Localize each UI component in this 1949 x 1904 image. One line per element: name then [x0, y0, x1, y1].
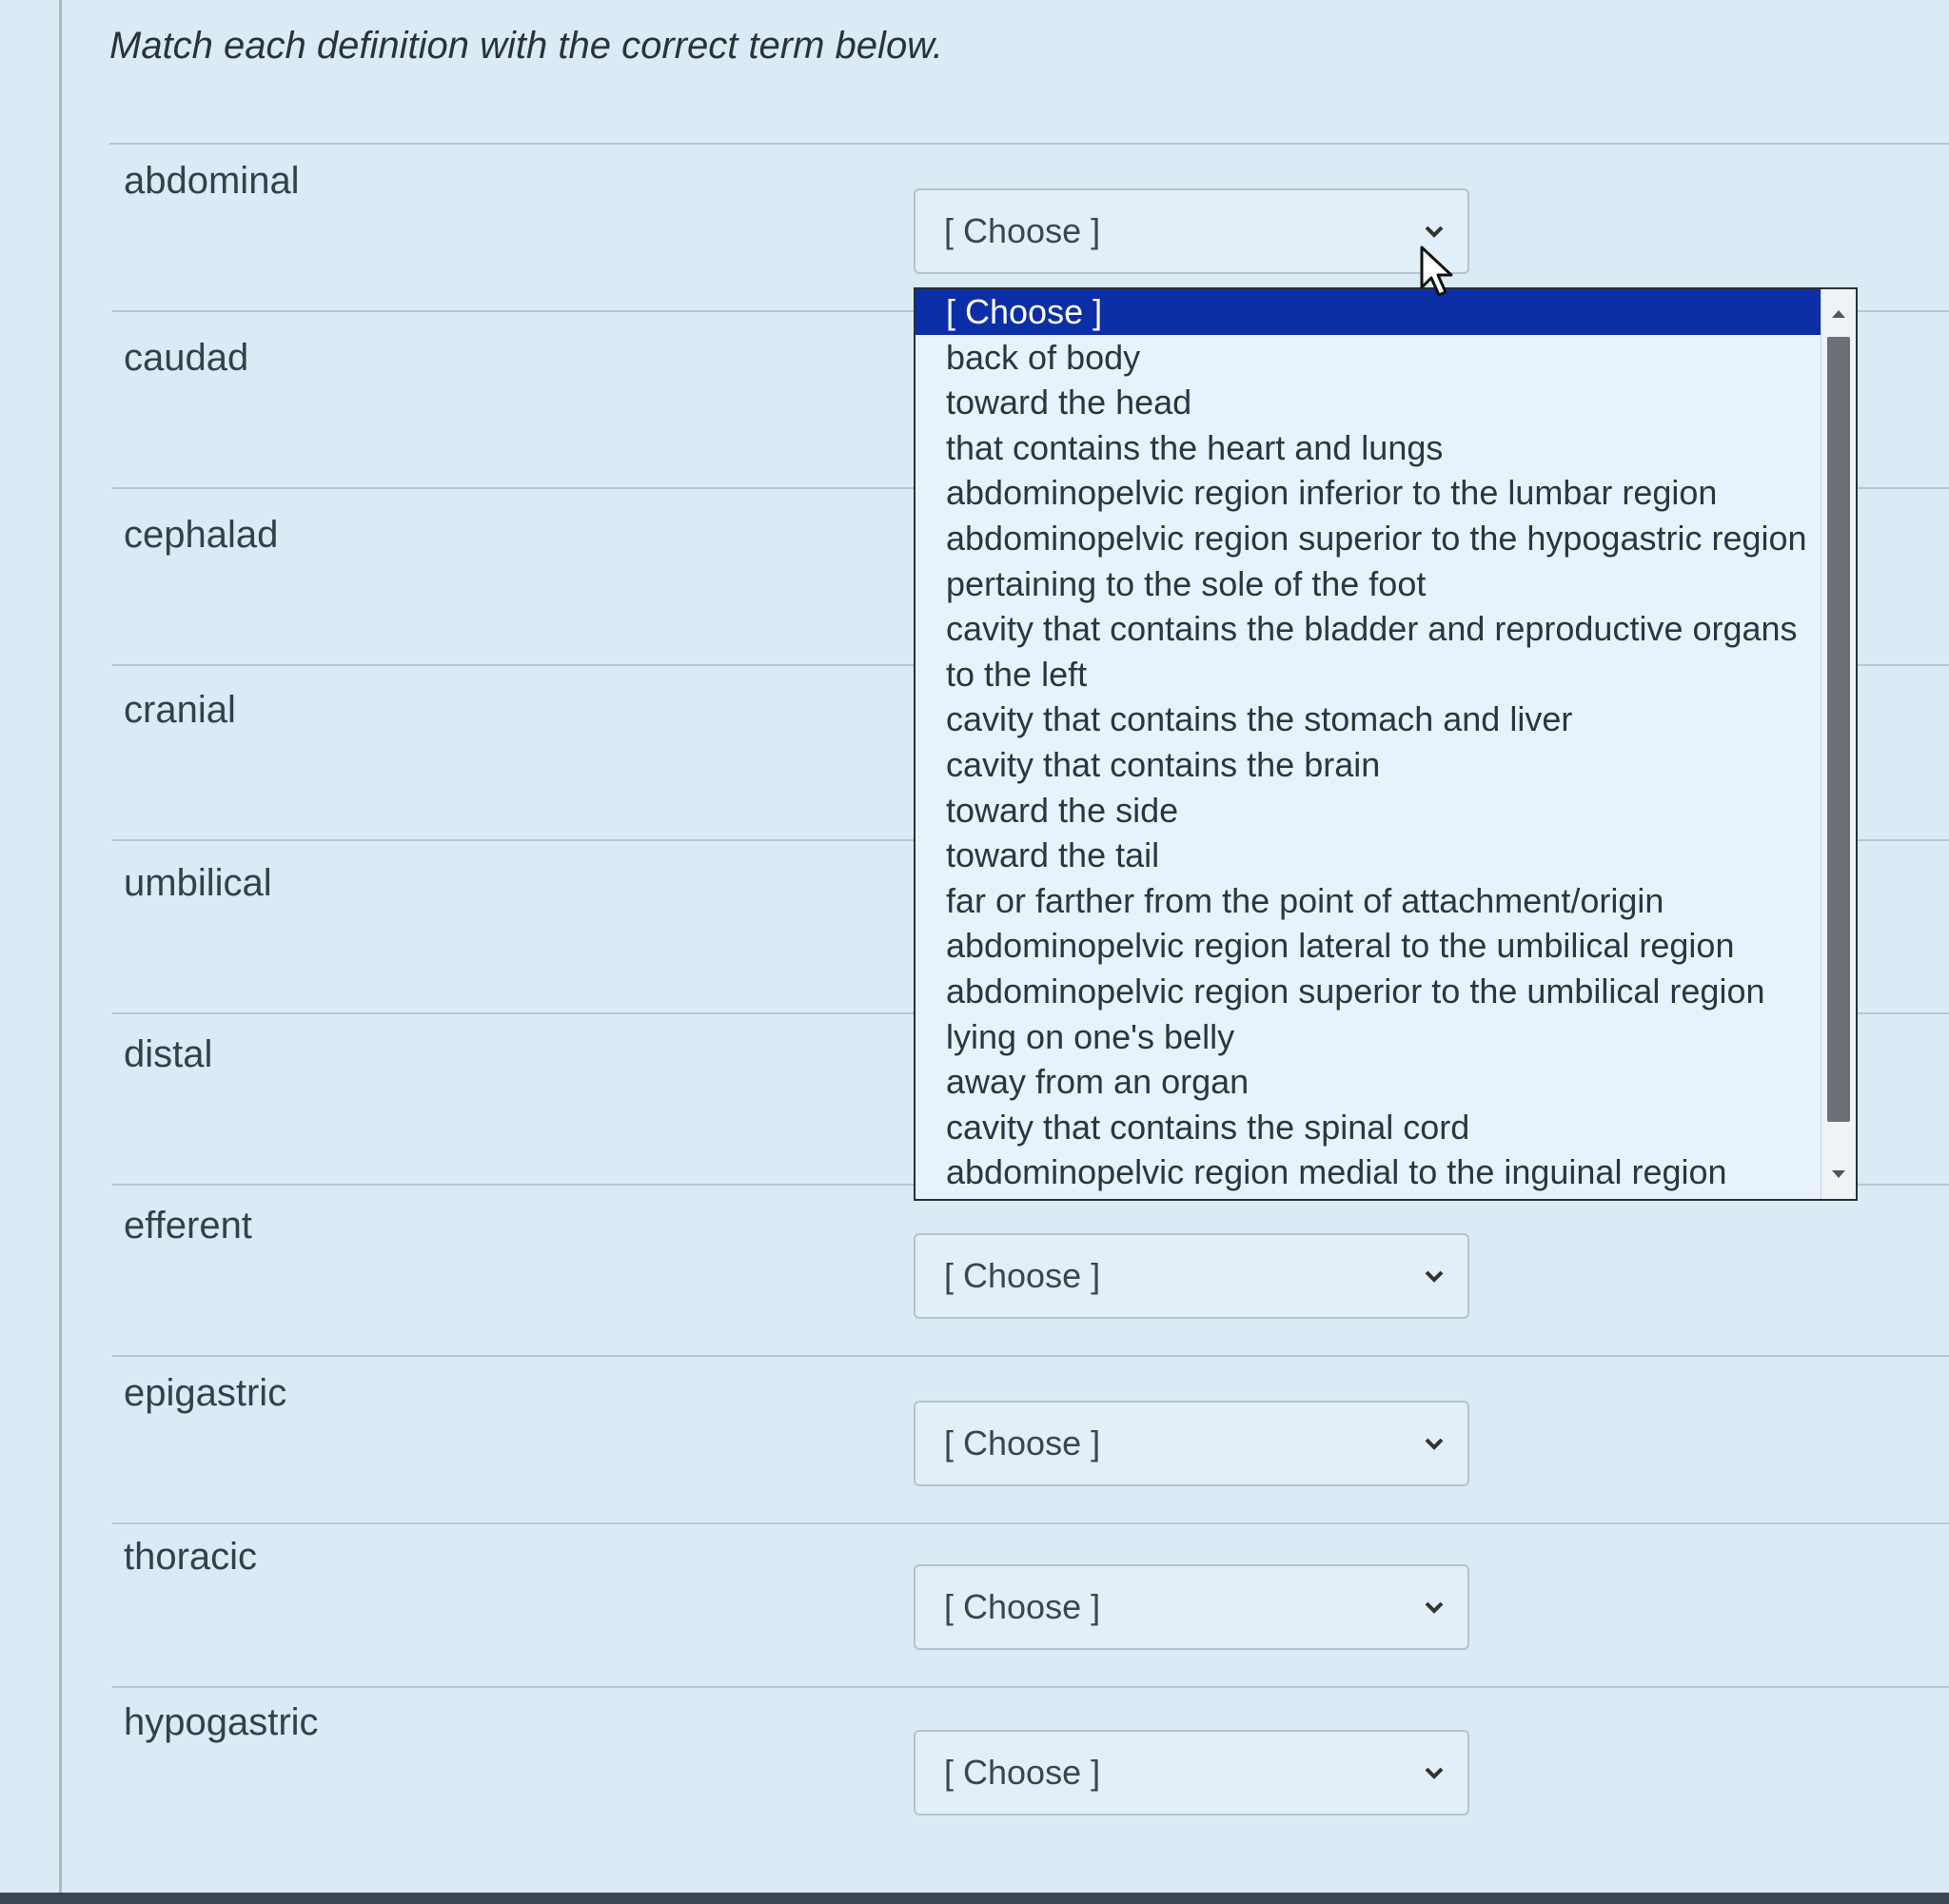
quiz-page: Match each definition with the correct t…: [0, 0, 1949, 1904]
dropdown-option[interactable]: abdominopelvic region superior to the hy…: [915, 516, 1856, 561]
dropdown-option[interactable]: to the left: [915, 652, 1856, 697]
dropdown-option[interactable]: abdominopelvic region superior to the um…: [915, 969, 1856, 1014]
select-value: [ Choose ]: [944, 1587, 1101, 1626]
bottom-bar: [0, 1893, 1949, 1904]
chevron-down-icon: [1425, 226, 1444, 238]
match-row-hypogastric: hypogastric [ Choose ]: [0, 1686, 1949, 1854]
dropdown-listbox[interactable]: [ Choose ] back of body toward the head …: [914, 287, 1858, 1201]
mouse-cursor-icon: [1420, 245, 1453, 297]
term-label: hypogastric: [124, 1701, 319, 1743]
dropdown-option[interactable]: abdominopelvic region lateral to the umb…: [915, 923, 1856, 969]
term-label: epigastric: [124, 1372, 287, 1414]
chevron-down-icon: [1425, 1601, 1444, 1614]
dropdown-option[interactable]: away from an organ: [915, 1059, 1856, 1105]
question-heading: Match each definition with the correct t…: [109, 25, 943, 67]
listbox-scrollbar[interactable]: [1821, 289, 1856, 1199]
scroll-down-arrow-icon[interactable]: [1821, 1155, 1856, 1193]
dropdown-option[interactable]: lying on one's belly: [915, 1014, 1856, 1060]
term-label: distal: [124, 1033, 213, 1075]
select-value: [ Choose ]: [944, 1423, 1101, 1462]
term-label: umbilical: [124, 862, 272, 904]
select-value: [ Choose ]: [944, 211, 1101, 250]
answer-select-thoracic[interactable]: [ Choose ]: [914, 1564, 1469, 1650]
match-row-thoracic: thoracic [ Choose ]: [0, 1521, 1949, 1688]
term-label: thoracic: [124, 1536, 258, 1578]
answer-select-abdominal[interactable]: [ Choose ]: [914, 188, 1469, 274]
dropdown-option[interactable]: abdominopelvic region medial to the ingu…: [915, 1149, 1856, 1195]
select-value: [ Choose ]: [944, 1256, 1101, 1295]
match-row-epigastric: epigastric [ Choose ]: [0, 1357, 1949, 1524]
scrollbar-thumb[interactable]: [1827, 337, 1850, 1122]
dropdown-option[interactable]: back of body: [915, 335, 1856, 381]
answer-select-epigastric[interactable]: [ Choose ]: [914, 1401, 1469, 1486]
dropdown-option[interactable]: abdominopelvic region inferior to the lu…: [915, 470, 1856, 516]
select-value: [ Choose ]: [944, 1753, 1101, 1792]
dropdown-option[interactable]: far or farther from the point of attachm…: [915, 878, 1856, 924]
term-label: cephalad: [124, 514, 279, 556]
dropdown-option[interactable]: cavity that contains the spinal cord: [915, 1105, 1856, 1150]
dropdown-option[interactable]: cavity that contains the stomach and liv…: [915, 697, 1856, 742]
term-label: abdominal: [124, 160, 300, 202]
dropdown-option[interactable]: cavity that contains the bladder and rep…: [915, 606, 1856, 652]
chevron-down-icon: [1425, 1767, 1444, 1779]
chevron-down-icon: [1425, 1270, 1444, 1283]
dropdown-option[interactable]: that contains the heart and lungs: [915, 425, 1856, 471]
match-row-efferent: efferent [ Choose ]: [0, 1189, 1949, 1357]
dropdown-option[interactable]: [ Choose ]: [915, 289, 1856, 335]
dropdown-option[interactable]: toward the head: [915, 380, 1856, 425]
dropdown-option[interactable]: cavity that contains the brain: [915, 742, 1856, 788]
term-label: cranial: [124, 689, 236, 731]
answer-select-hypogastric[interactable]: [ Choose ]: [914, 1730, 1469, 1816]
dropdown-option[interactable]: toward the tail: [915, 833, 1856, 878]
term-label: caudad: [124, 337, 249, 379]
chevron-down-icon: [1425, 1438, 1444, 1450]
answer-select-efferent[interactable]: [ Choose ]: [914, 1233, 1469, 1319]
dropdown-option[interactable]: pertaining to the sole of the foot: [915, 561, 1856, 607]
term-label: efferent: [124, 1205, 252, 1246]
scroll-up-arrow-icon[interactable]: [1821, 295, 1856, 333]
dropdown-option[interactable]: toward the side: [915, 788, 1856, 834]
